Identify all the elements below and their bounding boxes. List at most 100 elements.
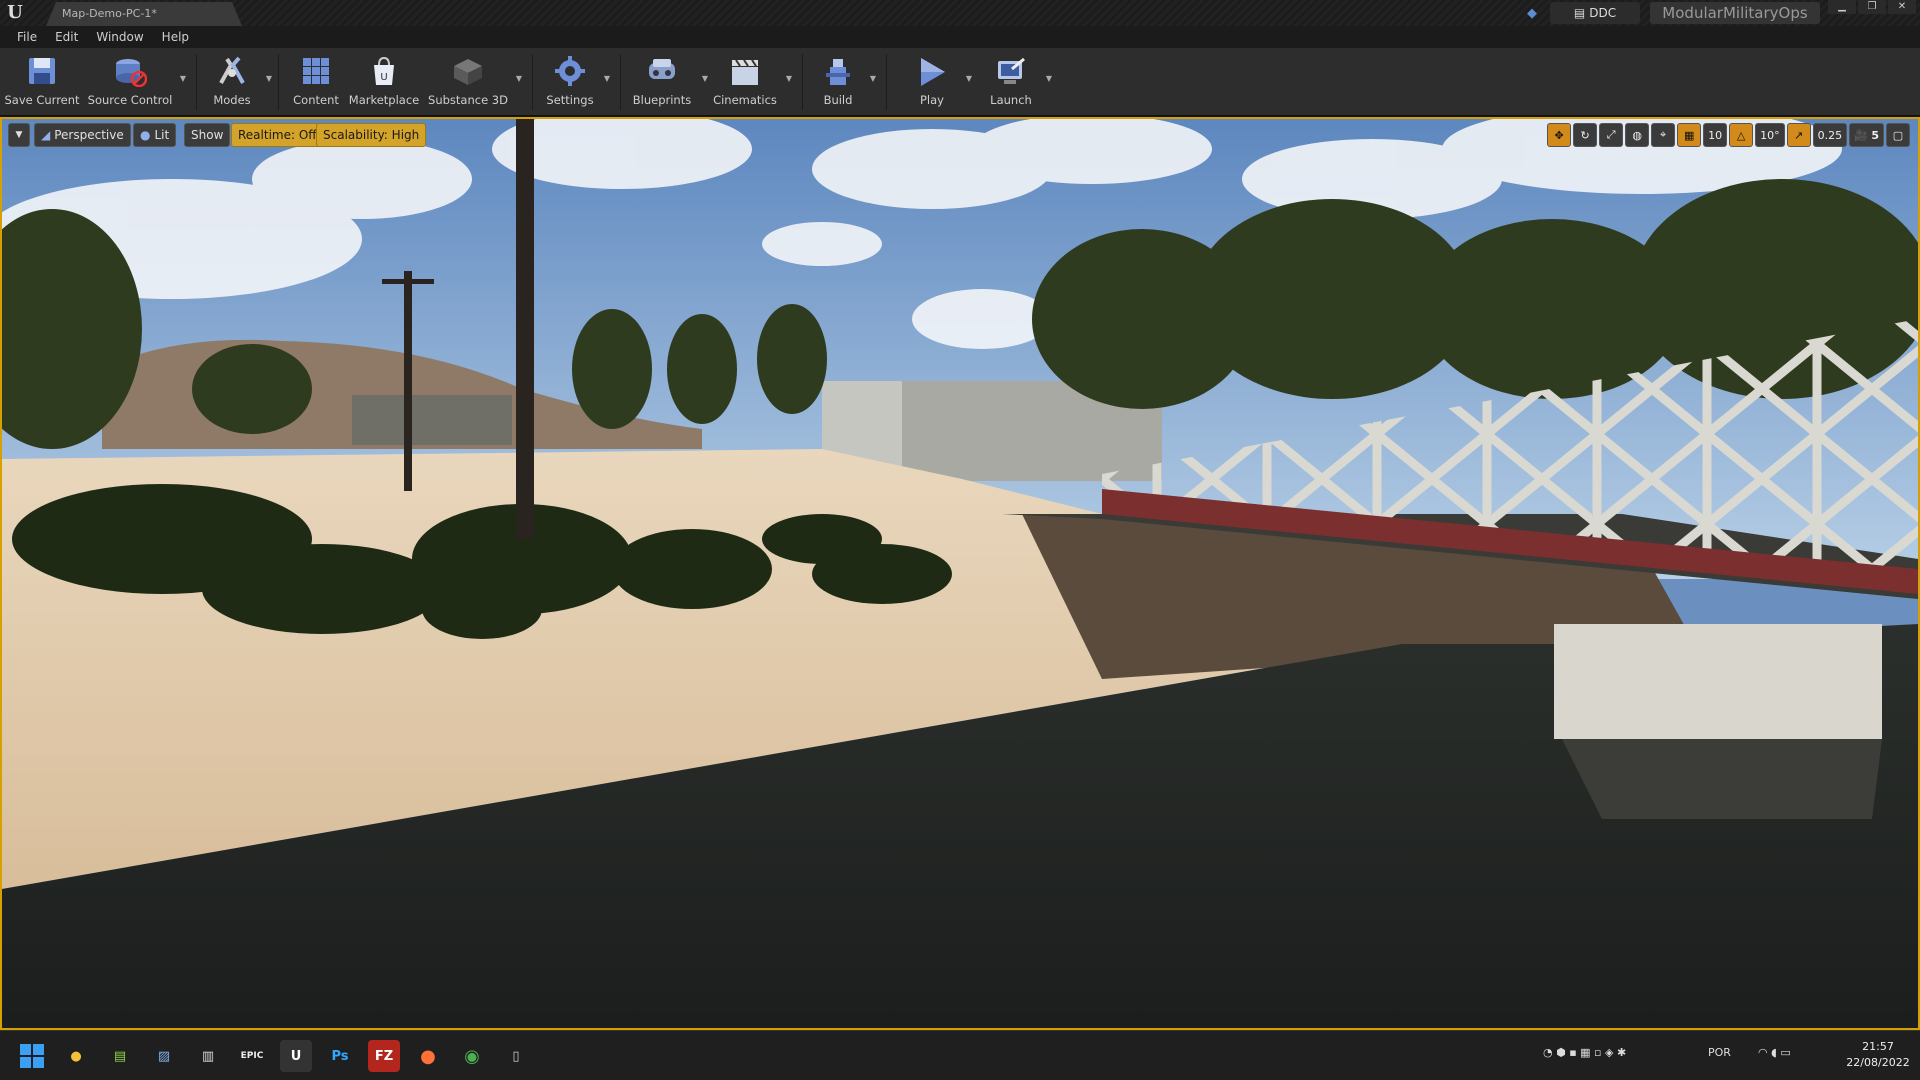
viewport-options-dropdown[interactable]: ▼ <box>8 123 30 147</box>
rotate-icon[interactable]: ↻ <box>1573 123 1598 147</box>
main-toolbar: Save Current Source Control ▼ Modes ▼ Co… <box>0 48 1920 116</box>
chevron-down-icon[interactable]: ▼ <box>180 74 186 83</box>
chevron-down-icon[interactable]: ▼ <box>870 74 876 83</box>
world-icon[interactable]: ◍ <box>1625 123 1650 147</box>
unreal-engine-icon[interactable]: U <box>280 1040 312 1072</box>
perspective-button[interactable]: ◢ Perspective <box>34 123 131 147</box>
clock-time: 21:57 <box>1862 1040 1894 1053</box>
play-button[interactable]: Play ▼ <box>906 50 972 112</box>
chevron-down-icon[interactable]: ▼ <box>516 74 522 83</box>
save-current-button[interactable]: Save Current <box>4 50 80 112</box>
cinematics-button[interactable]: Cinematics ▼ <box>712 50 792 112</box>
realtime-toggle[interactable]: Realtime: Off <box>231 123 324 147</box>
svg-text:U: U <box>380 72 387 83</box>
windows-taskbar: ● ▤ ▨ ▥ EPIC U Ps FZ ● ◉ ▯ ◔ ⬢ ▪ ▦ ▫ ◈ ✱… <box>0 1030 1920 1080</box>
rotation-snap-value[interactable]: 10° <box>1755 123 1785 147</box>
menu-edit[interactable]: Edit <box>46 30 87 44</box>
unreal-logo-icon: U <box>7 2 23 23</box>
blueprints-button[interactable]: Blueprints ▼ <box>630 50 708 112</box>
play-label: Play <box>920 93 944 107</box>
build-button[interactable]: Build ▼ <box>814 50 876 112</box>
fz-label: FZ <box>374 1048 394 1064</box>
scale-icon[interactable]: ⤢ <box>1599 123 1624 147</box>
launch-label: Launch <box>990 93 1032 107</box>
app-icon[interactable]: ▯ <box>500 1040 532 1072</box>
blueprints-icon <box>641 50 683 92</box>
scalability-label: Scalability: High <box>323 128 420 142</box>
lit-button[interactable]: ● Lit <box>133 123 177 147</box>
chevron-down-icon[interactable]: ▼ <box>266 74 272 83</box>
close-icon[interactable]: ✕ <box>1888 0 1916 14</box>
substance-3d-label: Substance 3D <box>428 93 508 107</box>
photoshop-icon[interactable]: Ps <box>324 1040 356 1072</box>
explorer-icon[interactable]: ● <box>60 1040 92 1072</box>
camera-speed-icon[interactable]: 🎥 5 <box>1849 123 1884 147</box>
content-label: Content <box>293 93 339 107</box>
scale-snap-icon[interactable]: ↗ <box>1786 123 1811 147</box>
surface-snap-icon[interactable]: ⌖ <box>1651 123 1676 147</box>
scalability-button[interactable]: Scalability: High <box>316 123 427 147</box>
scale-snap-value[interactable]: 0.25 <box>1812 123 1848 147</box>
content-icon <box>295 50 337 92</box>
language-indicator[interactable]: POR <box>1708 1046 1731 1059</box>
minimize-icon[interactable]: ▁ <box>1828 0 1856 14</box>
source-control-button[interactable]: Source Control ▼ <box>87 50 186 112</box>
realtime-label: Realtime: Off <box>238 128 317 142</box>
restore-icon[interactable]: ❐ <box>1858 0 1886 14</box>
settings-button[interactable]: Settings ▼ <box>544 50 610 112</box>
notepad-icon[interactable]: ▤ <box>104 1040 136 1072</box>
tray-icons[interactable]: ◔ ⬢ ▪ ▦ ▫ ◈ ✱ <box>1543 1046 1626 1059</box>
viewport-transform-toolbar: ✥ ↻ ⤢ ◍ ⌖ ▦ 10 △ 10° ↗ 0.25 🎥 5 ▢ <box>1547 123 1910 147</box>
firefox-icon[interactable]: ● <box>412 1040 444 1072</box>
chrome-icon[interactable]: ◉ <box>456 1040 488 1072</box>
grid-snap-icon[interactable]: ▦ <box>1677 123 1702 147</box>
clock[interactable]: 21:57 22/08/2022 <box>1840 1039 1916 1071</box>
scene-render[interactable] <box>2 119 1918 1028</box>
ps-label: Ps <box>331 1048 349 1064</box>
ddc-button[interactable]: ▤ DDC <box>1550 2 1640 24</box>
ddc-icon: ▤ <box>1573 6 1586 20</box>
clapper-icon[interactable]: ▥ <box>192 1040 224 1072</box>
show-label: Show <box>191 128 224 142</box>
launch-icon <box>990 50 1032 92</box>
notification-icon[interactable]: ◆ <box>1522 2 1542 24</box>
document-tab[interactable]: Map-Demo-PC-1* <box>46 2 242 26</box>
menu-file[interactable]: File <box>8 30 46 44</box>
modes-button[interactable]: Modes ▼ <box>206 50 272 112</box>
marketplace-button[interactable]: U Marketplace <box>348 50 420 112</box>
build-icon <box>817 50 859 92</box>
camera-icon: ◢ <box>41 128 51 142</box>
content-button[interactable]: Content <box>288 50 344 112</box>
project-name-label: ModularMilitaryOps <box>1662 4 1808 22</box>
menu-help[interactable]: Help <box>153 30 198 44</box>
sphere-icon: ● <box>140 128 151 142</box>
source-control-label: Source Control <box>87 93 173 107</box>
settings-icon <box>549 50 591 92</box>
chevron-down-icon[interactable]: ▼ <box>1046 74 1052 83</box>
epic-games-icon[interactable]: EPIC <box>236 1040 268 1072</box>
launch-button[interactable]: Launch ▼ <box>984 50 1052 112</box>
play-icon <box>911 50 953 92</box>
photos-icon[interactable]: ▨ <box>148 1040 180 1072</box>
network-icon[interactable]: ◠ ◖ ▭ <box>1758 1046 1791 1059</box>
windows-start-icon[interactable] <box>16 1040 48 1072</box>
chevron-down-icon[interactable]: ▼ <box>604 74 610 83</box>
maximize-viewport-icon[interactable]: ▢ <box>1886 123 1910 147</box>
rotation-snap-icon[interactable]: △ <box>1729 123 1754 147</box>
save-current-label: Save Current <box>4 93 80 107</box>
perspective-label: Perspective <box>54 128 124 142</box>
chevron-down-icon[interactable]: ▼ <box>702 74 708 83</box>
translate-icon[interactable]: ✥ <box>1547 123 1572 147</box>
source-control-icon <box>109 50 151 92</box>
menu-window[interactable]: Window <box>87 30 152 44</box>
substance-3d-button[interactable]: Substance 3D ▼ <box>428 50 522 112</box>
chevron-down-icon[interactable]: ▼ <box>966 74 972 83</box>
filezilla-icon[interactable]: FZ <box>368 1040 400 1072</box>
grid-snap-value[interactable]: 10 <box>1703 123 1728 147</box>
chevron-down-icon[interactable]: ▼ <box>786 74 792 83</box>
blueprints-label: Blueprints <box>632 93 692 107</box>
marketplace-label: Marketplace <box>348 93 420 107</box>
marketplace-icon: U <box>363 50 405 92</box>
level-viewport[interactable]: ▼ ◢ Perspective ● Lit Show Realtime: Off S… <box>0 117 1920 1030</box>
show-button[interactable]: Show <box>184 123 231 147</box>
